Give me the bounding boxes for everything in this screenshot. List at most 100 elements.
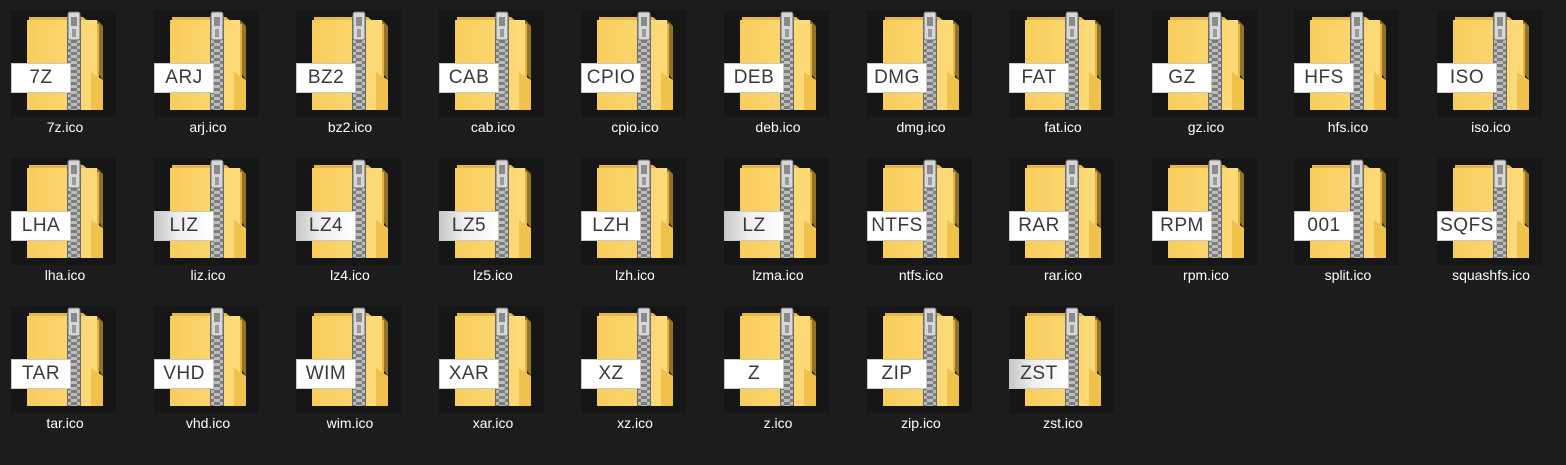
zipped-folder-icon: VHD: [154, 306, 259, 413]
zipped-folder-icon: XZ: [581, 306, 686, 413]
format-badge: CPIO: [581, 63, 641, 93]
zipped-folder-icon: Z: [724, 306, 829, 413]
file-item[interactable]: RAR rar.ico: [998, 148, 1140, 296]
file-item[interactable]: 001 split.ico: [1283, 148, 1425, 296]
format-badge: RAR: [1009, 211, 1069, 241]
zipped-folder-icon: ARJ: [154, 10, 259, 117]
file-item[interactable]: CPIO cpio.ico: [570, 0, 712, 148]
format-badge: RPM: [1152, 211, 1212, 241]
zipped-folder-icon: FAT: [1009, 10, 1114, 117]
file-name-label: ntfs.ico: [898, 267, 944, 283]
file-item[interactable]: LZ5 lz5.ico: [428, 148, 570, 296]
file-item[interactable]: TAR tar.ico: [0, 296, 142, 444]
zipped-folder-icon: ISO: [1437, 10, 1542, 117]
zipped-folder-icon: LZ: [724, 158, 829, 265]
file-item[interactable]: ARJ arj.ico: [143, 0, 285, 148]
format-badge: DEB: [724, 63, 784, 93]
format-badge: BZ2: [296, 63, 356, 93]
zipped-folder-icon: LZ5: [439, 158, 544, 265]
zipped-folder-icon: 7Z: [11, 10, 116, 117]
file-name-label: tar.ico: [46, 415, 84, 431]
zipped-folder-icon: RAR: [1009, 158, 1114, 265]
file-name-label: deb.ico: [755, 119, 801, 135]
file-name-label: squashfs.ico: [1452, 267, 1530, 283]
format-badge: DMG: [867, 63, 927, 93]
file-name-label: cab.ico: [470, 119, 516, 135]
format-badge: VHD: [154, 359, 214, 389]
zipped-folder-icon: LIZ: [154, 158, 259, 265]
file-item[interactable]: XZ xz.ico: [570, 296, 712, 444]
zipped-folder-icon: CPIO: [581, 10, 686, 117]
file-item[interactable]: HFS hfs.ico: [1283, 0, 1425, 148]
file-item[interactable]: LZ4 lz4.ico: [285, 148, 427, 296]
zipped-folder-icon: ZIP: [867, 306, 972, 413]
file-name-label: zst.ico: [1043, 415, 1083, 431]
format-badge: ISO: [1437, 63, 1497, 93]
file-item[interactable]: BZ2 bz2.ico: [285, 0, 427, 148]
file-item[interactable]: NTFS ntfs.ico: [856, 148, 998, 296]
file-name-label: lz5.ico: [473, 267, 513, 283]
file-item[interactable]: LZH lzh.ico: [570, 148, 712, 296]
file-name-label: liz.ico: [190, 267, 226, 283]
zipped-folder-icon: HFS: [1294, 10, 1399, 117]
file-item[interactable]: CAB cab.ico: [428, 0, 570, 148]
file-name-label: lz4.ico: [330, 267, 370, 283]
format-badge: ZST: [1009, 359, 1069, 389]
file-item[interactable]: LIZ liz.ico: [143, 148, 285, 296]
file-name-label: gz.ico: [1187, 119, 1225, 135]
zipped-folder-icon: NTFS: [867, 158, 972, 265]
format-badge: LZ4: [296, 211, 356, 241]
file-item[interactable]: SQFS squashfs.ico: [1426, 148, 1566, 296]
file-item[interactable]: 7Z 7z.ico: [0, 0, 142, 148]
file-item[interactable]: LZ lzma.ico: [713, 148, 855, 296]
file-name-label: fat.ico: [1044, 119, 1082, 135]
format-badge: Z: [724, 359, 784, 389]
format-badge: LIZ: [154, 211, 214, 241]
zipped-folder-icon: 001: [1294, 158, 1399, 265]
file-name-label: iso.ico: [1471, 119, 1511, 135]
file-name-label: split.ico: [1324, 267, 1372, 283]
format-badge: LHA: [11, 211, 71, 241]
file-item[interactable]: WIM wim.ico: [285, 296, 427, 444]
file-item[interactable]: DEB deb.ico: [713, 0, 855, 148]
file-item[interactable]: ZST zst.ico: [998, 296, 1140, 444]
zipped-folder-icon: SQFS: [1437, 158, 1542, 265]
file-name-label: dmg.ico: [896, 119, 946, 135]
file-name-label: rpm.ico: [1183, 267, 1229, 283]
file-item[interactable]: XAR xar.ico: [428, 296, 570, 444]
file-item[interactable]: LHA lha.ico: [0, 148, 142, 296]
file-name-label: xar.ico: [472, 415, 514, 431]
file-item[interactable]: VHD vhd.ico: [143, 296, 285, 444]
format-badge: ARJ: [154, 63, 214, 93]
file-name-label: xz.ico: [617, 415, 653, 431]
file-name-label: vhd.ico: [185, 415, 231, 431]
format-badge: SQFS: [1437, 211, 1497, 241]
format-badge: LZ5: [439, 211, 499, 241]
file-item[interactable]: RPM rpm.ico: [1141, 148, 1283, 296]
file-item[interactable]: GZ gz.ico: [1141, 0, 1283, 148]
file-item[interactable]: DMG dmg.ico: [856, 0, 998, 148]
format-badge: LZ: [724, 211, 784, 241]
file-name-label: z.ico: [763, 415, 793, 431]
file-item[interactable]: Zz.ico: [713, 296, 855, 444]
zipped-folder-icon: TAR: [11, 306, 116, 413]
format-badge: WIM: [296, 359, 356, 389]
file-name-label: hfs.ico: [1327, 119, 1369, 135]
zipped-folder-icon: GZ: [1152, 10, 1257, 117]
file-name-label: bz2.ico: [327, 119, 373, 135]
file-name-label: rar.ico: [1043, 267, 1083, 283]
file-item[interactable]: FAT fat.ico: [998, 0, 1140, 148]
format-badge: XAR: [439, 359, 499, 389]
zipped-folder-icon: CAB: [439, 10, 544, 117]
file-name-label: 7z.ico: [46, 119, 84, 135]
file-item[interactable]: ZIP zip.ico: [856, 296, 998, 444]
zipped-folder-icon: DMG: [867, 10, 972, 117]
zipped-folder-icon: LZH: [581, 158, 686, 265]
file-item[interactable]: ISO iso.ico: [1426, 0, 1566, 148]
zipped-folder-icon: WIM: [296, 306, 401, 413]
file-name-label: wim.ico: [326, 415, 374, 431]
file-icon-grid: 7Z 7z.ico ARJ arj.ico BZ2 bz2.ico CAB ca…: [0, 0, 1566, 465]
zipped-folder-icon: RPM: [1152, 158, 1257, 265]
format-badge: LZH: [581, 211, 641, 241]
format-badge: FAT: [1009, 63, 1069, 93]
